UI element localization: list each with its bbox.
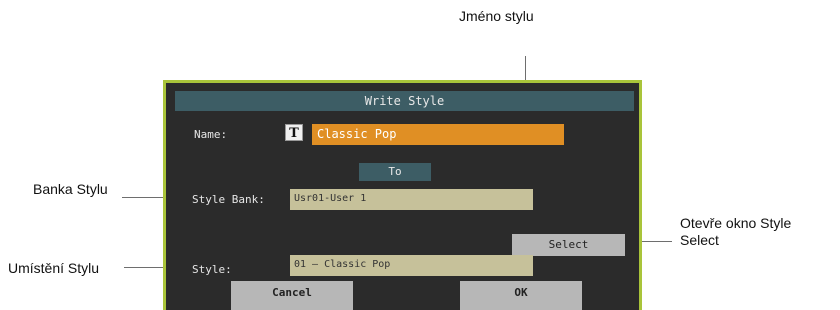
- text-edit-icon[interactable]: T: [285, 124, 303, 141]
- style-label: Style:: [192, 263, 232, 276]
- annotation-opens-select-line2: Select: [680, 232, 719, 248]
- cancel-button[interactable]: Cancel: [231, 281, 353, 310]
- style-bank-label: Style Bank:: [192, 193, 265, 206]
- style-bank-field[interactable]: Usr01-User 1: [290, 189, 533, 210]
- style-name-field[interactable]: Classic Pop: [312, 124, 564, 145]
- annotation-style-name: Jméno stylu: [459, 8, 534, 24]
- annotation-style-location: Umístění Stylu: [8, 260, 100, 276]
- annotation-opens-select-line1: Otevře okno Style: [680, 215, 792, 231]
- ok-button[interactable]: OK: [460, 281, 582, 310]
- annotation-style-bank: Banka Stylu: [33, 181, 108, 197]
- annotation-opens-select: Otevře okno Style Select: [680, 215, 791, 249]
- to-section-label: To: [359, 163, 431, 181]
- name-label: Name:: [194, 128, 228, 141]
- style-location-field[interactable]: 01 – Classic Pop: [290, 255, 533, 276]
- write-style-dialog: Write Style Name: T Classic Pop To Style…: [163, 80, 642, 310]
- dialog-title: Write Style: [175, 91, 634, 111]
- select-button[interactable]: Select: [512, 234, 625, 256]
